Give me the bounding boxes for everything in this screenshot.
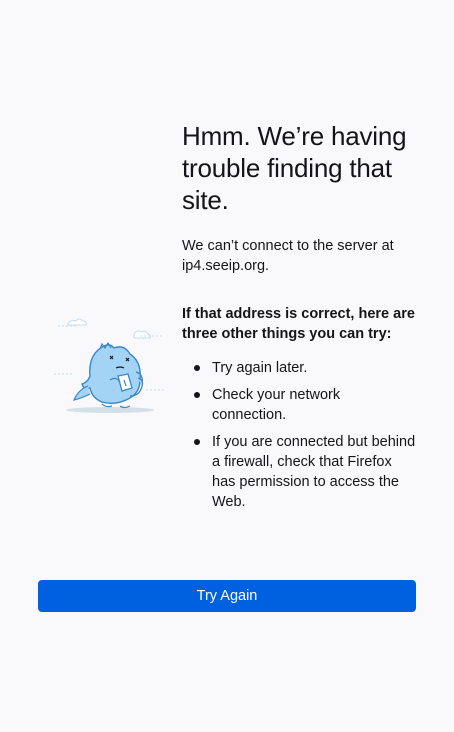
suggestions-list: Try again later. Check your network conn…	[182, 358, 418, 512]
confused-dino-illustration-icon	[52, 316, 166, 418]
suggestion-item: Try again later.	[194, 358, 418, 378]
bullet-icon	[194, 365, 200, 371]
error-content: Hmm. We’re having trouble finding that s…	[182, 120, 418, 519]
suggestion-item: If you are connected but behind a firewa…	[194, 432, 418, 512]
bullet-icon	[194, 439, 200, 445]
error-page: Hmm. We’re having trouble finding that s…	[0, 0, 454, 732]
bullet-icon	[194, 392, 200, 398]
error-title: Hmm. We’re having trouble finding that s…	[182, 121, 407, 215]
suggestions-heading: If that address is correct, here are thr…	[182, 306, 415, 342]
suggestion-text: If you are connected but behind a firewa…	[212, 434, 416, 510]
suggestion-text: Try again later.	[212, 360, 308, 376]
suggestion-item: Check your network connection.	[194, 385, 418, 425]
suggestion-text: Check your network connection.	[212, 387, 341, 423]
error-description: We can’t connect to the server at ip4.se…	[182, 238, 394, 274]
try-again-button[interactable]: Try Again	[38, 580, 416, 612]
